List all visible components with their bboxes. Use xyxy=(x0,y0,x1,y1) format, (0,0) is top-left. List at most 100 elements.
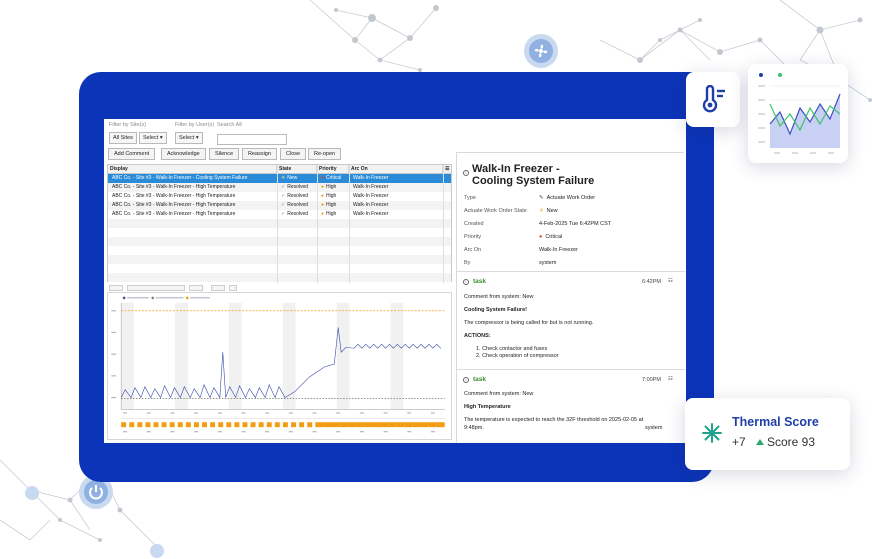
reassign-button[interactable]: Reassign xyxy=(242,148,277,160)
status-strip-segment xyxy=(121,422,127,428)
date-range-control[interactable] xyxy=(127,285,185,291)
field-value-text: Critical xyxy=(545,234,563,240)
status-strip-segment xyxy=(404,422,413,428)
alarm-grid: Display State Priority Arc On ☰ ABC Co. … xyxy=(107,164,452,283)
cell-display: ABC Co. - Site #3 - Walk-In Freezer - Hi… xyxy=(110,183,277,192)
divider xyxy=(457,369,685,370)
thermometer-card xyxy=(686,72,740,127)
site-select[interactable]: Select ▾ xyxy=(139,132,167,144)
grid-stripe xyxy=(108,219,451,228)
status-strip-segment xyxy=(339,422,348,428)
field-value: ✎ Actuate Work Order xyxy=(539,195,595,201)
user-select-value: Select xyxy=(179,135,195,141)
cell-priority-text: High xyxy=(326,184,337,190)
snowflake-icon xyxy=(702,423,722,443)
cell-state-icon: ✓ xyxy=(281,184,286,190)
alarm-row[interactable]: ABC Co. - Site #3 - Walk-In Freezer - Hi… xyxy=(108,183,451,192)
legend-label xyxy=(155,296,184,299)
cell-priority: ● High xyxy=(319,210,349,219)
chart-select-control[interactable] xyxy=(109,285,123,291)
chart-band xyxy=(390,302,404,410)
x-tick-label xyxy=(217,431,222,433)
x-tick-label xyxy=(146,431,151,433)
field-value: ✳ New xyxy=(539,208,558,214)
all-sites-button[interactable]: All Sites xyxy=(109,132,137,144)
cell-arc-on: Walk-In Freezer xyxy=(351,192,443,201)
col-arc-on[interactable]: Arc On xyxy=(349,165,443,174)
options-control[interactable] xyxy=(189,285,203,291)
task-body-continued: 9:48pm. xyxy=(464,425,484,431)
refresh-control[interactable] xyxy=(211,285,225,291)
cell-priority: ● High xyxy=(319,201,349,210)
wrench-icon: ✎ xyxy=(539,195,544,201)
alarm-row[interactable]: ABC Co. - Site #3 - Walk-In Freezer - Hi… xyxy=(108,210,451,219)
user-select[interactable]: Select ▾ xyxy=(175,132,203,144)
cell-priority-icon: ● xyxy=(321,202,325,208)
cell-state-icon: ✓ xyxy=(281,193,286,199)
field-value: system xyxy=(539,260,556,266)
status-strip-segment xyxy=(177,422,183,428)
silence-button[interactable]: Silence xyxy=(209,148,240,160)
x-tick-label xyxy=(288,431,293,433)
x-tick-label xyxy=(123,431,128,433)
x-tick-label xyxy=(265,412,270,414)
x-tick-label xyxy=(383,431,388,433)
y-tick-label xyxy=(111,375,117,377)
alarm-row[interactable]: ABC Co. - Site #3 - Walk-In Freezer - Hi… xyxy=(108,192,451,201)
col-priority[interactable]: Priority xyxy=(317,165,349,174)
status-strip-segment xyxy=(137,422,143,428)
task-menu-icon[interactable]: ☷ xyxy=(668,278,673,284)
alarm-row[interactable]: ABC Co. - Site #3 - Walk-In Freezer - Hi… xyxy=(108,201,451,210)
status-strip-segment xyxy=(185,422,191,428)
add-comment-button[interactable]: Add Comment xyxy=(108,148,156,160)
alarm-row[interactable]: ABC Co. - Site #3 - Walk-In Freezer - Co… xyxy=(108,174,451,183)
grid-column-divider xyxy=(443,165,444,283)
x-tick-label xyxy=(312,431,317,433)
status-strip-segment xyxy=(234,422,240,428)
cell-priority-icon: ● xyxy=(321,211,325,217)
task-menu-icon[interactable]: ☷ xyxy=(668,376,673,382)
chart-band xyxy=(336,302,350,410)
status-strip-segment xyxy=(129,422,135,428)
grid-column-divider xyxy=(277,165,278,283)
chart-toolbar xyxy=(107,285,452,291)
cell-display-text: ABC Co. - Site #3 - Walk-In Freezer - Hi… xyxy=(112,193,236,199)
status-strip-segment xyxy=(315,422,324,428)
col-state[interactable]: State xyxy=(277,165,317,174)
task-action-item: 2. Check operation of compressor xyxy=(476,353,559,359)
settings-control[interactable] xyxy=(229,285,237,291)
thermal-score-card: Thermal Score +7 Score 93 xyxy=(685,398,850,470)
legend-label xyxy=(190,296,210,299)
field-label: Arc On xyxy=(464,247,482,253)
field-value: 4-Feb-2025 Tue 6:42PM CST xyxy=(539,221,611,227)
score-title: Thermal Score xyxy=(732,415,819,429)
column-menu-icon[interactable]: ☰ xyxy=(443,165,453,174)
status-strip-segment xyxy=(266,422,272,428)
status-strip-segment xyxy=(371,422,381,428)
info-icon: i xyxy=(463,377,469,383)
grid-header: Display State Priority Arc On ☰ xyxy=(108,165,451,174)
status-strip-segment xyxy=(210,422,216,428)
status-strip-segment xyxy=(153,422,159,428)
x-tick-label xyxy=(146,412,151,414)
cell-state: ✓ Resolved xyxy=(279,201,317,210)
y-tick-label xyxy=(111,353,117,355)
search-input[interactable] xyxy=(217,134,287,145)
close-button[interactable]: Close xyxy=(280,148,307,160)
x-tick-label xyxy=(359,431,364,433)
cell-state-text: Resolved xyxy=(287,211,309,217)
arrow-up-icon xyxy=(756,439,764,445)
x-tick-label xyxy=(265,431,270,433)
task-time: 7:00PM xyxy=(642,377,661,383)
task-body: The compressor is being called for but i… xyxy=(464,320,594,326)
cell-state: ✳ New xyxy=(279,174,317,183)
app-screen: Filter by Site(s) Filter by User(s) Sear… xyxy=(104,119,686,443)
col-display[interactable]: Display xyxy=(108,165,277,174)
status-strip-segment xyxy=(202,422,207,428)
cell-priority-text: Critical xyxy=(326,175,342,181)
reopen-button[interactable]: Re-open xyxy=(308,148,342,160)
status-strip-segment xyxy=(299,422,305,428)
task-actions-label: ACTIONS: xyxy=(464,333,491,339)
acknowledge-button[interactable]: Acknowledge xyxy=(161,148,206,160)
cell-display-text: ABC Co. - Site #3 - Walk-In Freezer - Co… xyxy=(112,175,248,181)
